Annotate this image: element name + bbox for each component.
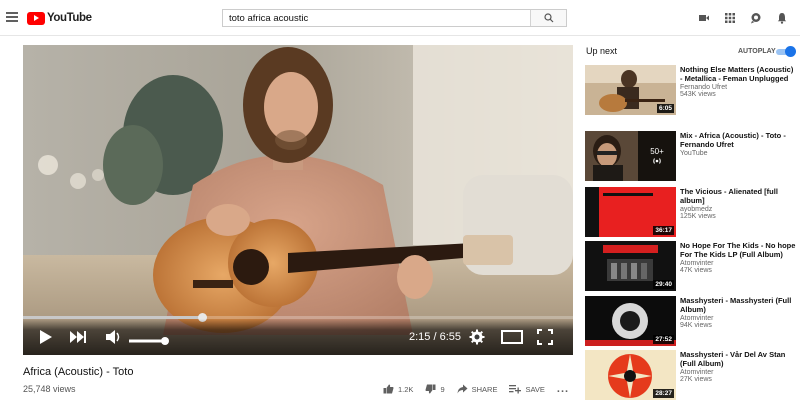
list-item[interactable]: 27:52 Masshysteri - Masshysteri (Full Al…	[585, 296, 800, 348]
mix-count: 50+	[650, 146, 664, 156]
channel-name[interactable]: Fernando Ufret	[680, 84, 798, 91]
video-duration: 27:52	[653, 335, 674, 344]
video-title-line: For The Kids LP (Full Album)	[680, 250, 783, 259]
share-label: SHARE	[471, 384, 498, 394]
search-input[interactable]	[223, 10, 530, 26]
search-button[interactable]	[530, 10, 566, 26]
time-total: 6:55	[439, 331, 462, 343]
search-icon	[543, 13, 553, 23]
video-title-line: Masshysteri - Vår Del Av Stan	[680, 350, 786, 359]
video-title-line: Album)	[680, 305, 706, 314]
play-icon[interactable]	[39, 329, 53, 350]
channel-name[interactable]: Atomvinter	[680, 369, 798, 376]
mix-thumbnail[interactable]: 50+	[585, 131, 676, 181]
video-thumbnail[interactable]: 29:40	[585, 241, 676, 291]
channel-name[interactable]: Atomvinter	[680, 260, 798, 267]
video-duration: 36:17	[653, 226, 674, 235]
autoplay-label: AUTOPLAY	[738, 48, 776, 55]
time-display: 2:15 / 6:55	[409, 331, 461, 343]
settings-gear-icon[interactable]	[469, 329, 485, 350]
video-title-line: The Vicious - Alienated [full	[680, 187, 778, 196]
video-views: 543K views	[680, 91, 716, 98]
video-info: Masshysteri - Vår Del Av Stan (Full Albu…	[680, 350, 798, 383]
list-item[interactable]: 50+ Mix - Africa (Acoustic) - Toto - Fer…	[585, 131, 800, 183]
dislike-count: 9	[440, 384, 445, 394]
video-title-line: Fernando Ufret	[680, 140, 734, 149]
thumbs-up-icon	[383, 384, 394, 394]
radio-waves-icon	[653, 157, 661, 164]
video-frame	[23, 45, 573, 355]
list-item[interactable]: 6:05 Nothing Else Matters (Acoustic) - M…	[585, 65, 800, 117]
list-item[interactable]: 28:27 Masshysteri - Vår Del Av Stan (Ful…	[585, 350, 800, 400]
video-title-line: Masshysteri - Masshysteri (Full	[680, 296, 792, 305]
video-info: Nothing Else Matters (Acoustic) - Metall…	[680, 65, 798, 98]
notifications-bell-icon[interactable]	[776, 11, 788, 24]
like-button[interactable]: 1.2K	[383, 384, 413, 394]
video-title-line: No Hope For The Kids - No hope	[680, 241, 796, 250]
video-info: No Hope For The Kids - No hope For The K…	[680, 241, 798, 274]
channel-name[interactable]: Atomvinter	[680, 315, 798, 322]
video-info: The Vicious - Alienated [full album] ayo…	[680, 187, 798, 220]
video-thumbnail[interactable]: 6:05	[585, 65, 676, 115]
like-count: 1.2K	[398, 384, 414, 394]
menu-icon[interactable]	[6, 12, 18, 22]
more-icon: ...	[556, 383, 570, 395]
video-views: 47K views	[680, 267, 712, 274]
video-title-line: Nothing Else Matters (Acoustic)	[680, 65, 794, 74]
view-count: 25,748 views	[23, 384, 76, 394]
top-icons	[698, 11, 788, 24]
next-icon[interactable]	[69, 330, 87, 349]
youtube-play-icon	[27, 11, 45, 25]
mix-overlay: 50+	[638, 131, 676, 181]
thumbs-down-icon	[425, 384, 436, 394]
video-info: Masshysteri - Masshysteri (Full Album) A…	[680, 296, 798, 329]
channel-name[interactable]: YouTube	[680, 150, 798, 157]
logo-text: YouTube	[47, 12, 92, 24]
video-title-line: (Full Album)	[680, 359, 724, 368]
fullscreen-icon[interactable]	[537, 329, 553, 350]
playlist-add-icon	[509, 385, 522, 394]
create-video-icon[interactable]	[698, 11, 710, 23]
masthead: YouTube	[0, 0, 800, 36]
video-duration: 29:40	[653, 280, 674, 289]
volume-slider[interactable]	[129, 333, 169, 351]
video-views: 27K views	[680, 376, 712, 383]
apps-grid-icon[interactable]	[724, 11, 736, 23]
youtube-logo[interactable]: YouTube	[27, 11, 92, 25]
share-button[interactable]: SHARE	[457, 384, 498, 394]
time-separator: /	[430, 331, 440, 343]
volume-icon[interactable]	[105, 329, 123, 350]
video-duration: 28:27	[653, 389, 674, 398]
video-info: Mix - Africa (Acoustic) - Toto - Fernand…	[680, 131, 798, 157]
save-label: SAVE	[525, 384, 545, 394]
video-thumbnail[interactable]: 36:17	[585, 187, 676, 237]
video-title: Africa (Acoustic) - Toto	[23, 366, 134, 378]
video-duration: 6:05	[656, 104, 674, 113]
player-controls: 2:15 / 6:55	[23, 319, 573, 355]
channel-name[interactable]: ayobmedz	[680, 206, 798, 213]
time-current: 2:15	[409, 331, 431, 343]
autoplay-toggle[interactable]	[776, 46, 796, 58]
video-views: 94K views	[680, 322, 712, 329]
video-actions: 1.2K 9 SHARE SAVE ...	[383, 383, 581, 395]
search-box	[222, 9, 567, 27]
save-button[interactable]: SAVE	[509, 384, 545, 394]
video-title-line: Mix - Africa (Acoustic) - Toto -	[680, 131, 786, 140]
video-views: 125K views	[680, 213, 716, 220]
video-player[interactable]: 2:15 / 6:55	[23, 45, 573, 355]
messages-icon[interactable]	[750, 11, 762, 24]
share-icon	[457, 384, 468, 394]
video-thumbnail[interactable]: 27:52	[585, 296, 676, 346]
list-item[interactable]: 36:17 The Vicious - Alienated [full albu…	[585, 187, 800, 239]
more-actions-button[interactable]: ...	[557, 383, 569, 395]
theater-mode-icon[interactable]	[501, 330, 523, 349]
video-title-line: album]	[680, 196, 705, 205]
dislike-button[interactable]: 9	[425, 384, 445, 394]
video-thumbnail[interactable]: 28:27	[585, 350, 676, 400]
up-next-heading: Up next	[586, 46, 618, 56]
toggle-knob	[785, 46, 796, 57]
video-title-line: - Metallica - Feman Unplugged	[680, 74, 789, 83]
list-item[interactable]: 29:40 No Hope For The Kids - No hope For…	[585, 241, 800, 293]
